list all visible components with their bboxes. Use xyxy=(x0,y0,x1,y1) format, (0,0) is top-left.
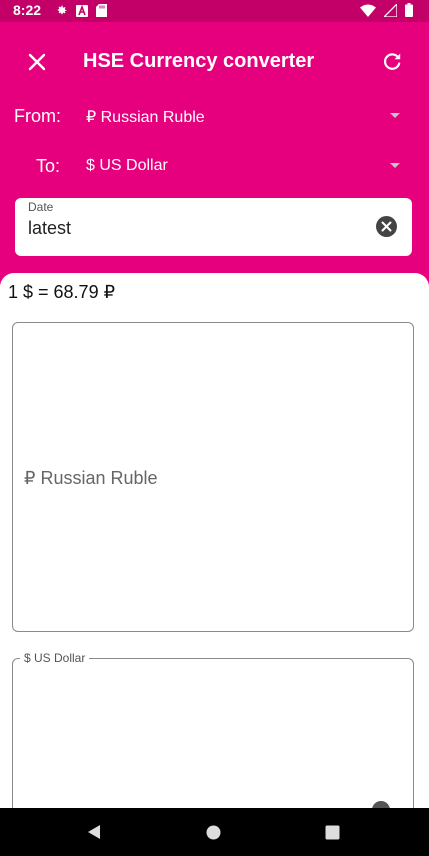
converter-sheet: 1 $ = 68.79 ₽ ₽ Russian Ruble $ US Dolla… xyxy=(0,273,429,808)
app-bar: HSE Currency converter xyxy=(0,22,429,100)
clear-date-button[interactable] xyxy=(376,216,397,237)
from-label: From: xyxy=(14,106,61,126)
date-label: Date xyxy=(28,200,54,214)
sd-card-icon xyxy=(96,4,107,17)
close-button[interactable] xyxy=(24,49,50,75)
refresh-icon xyxy=(384,53,401,70)
recents-icon[interactable] xyxy=(325,825,340,840)
to-currency-value: $ US Dollar xyxy=(86,157,168,174)
from-currency-value: ₽ Russian Ruble xyxy=(86,109,205,126)
status-icons-right xyxy=(360,3,413,17)
page-title: HSE Currency converter xyxy=(83,50,315,72)
home-icon[interactable] xyxy=(206,825,221,840)
system-nav-bar xyxy=(0,808,429,856)
exchange-rate: 1 $ = 68.79 ₽ xyxy=(8,282,116,302)
from-dropdown-arrow-icon xyxy=(390,113,400,118)
from-amount-input[interactable]: ₽ Russian Ruble xyxy=(12,322,414,632)
from-currency-select[interactable]: ₽ Russian Ruble xyxy=(80,100,410,132)
signal-icon xyxy=(384,3,397,17)
status-icons-left xyxy=(55,4,107,17)
to-amount-output[interactable]: $ US Dollar xyxy=(12,651,414,808)
date-field[interactable]: Date latest xyxy=(15,198,412,256)
from-amount-placeholder: ₽ Russian Ruble xyxy=(24,468,158,488)
close-icon xyxy=(28,53,46,71)
status-bar: 8:22 xyxy=(0,0,429,22)
to-dropdown-arrow-icon xyxy=(390,163,400,168)
a-icon xyxy=(76,4,88,17)
clear-icon xyxy=(376,216,397,237)
refresh-button[interactable] xyxy=(379,49,405,75)
date-value: latest xyxy=(28,218,72,238)
to-currency-select[interactable]: $ US Dollar xyxy=(80,150,410,182)
battery-icon xyxy=(405,3,413,17)
to-label: To: xyxy=(36,156,61,176)
wifi-icon xyxy=(360,4,376,17)
to-amount-label: $ US Dollar xyxy=(20,651,90,665)
status-time: 8:22 xyxy=(13,2,42,18)
back-icon[interactable] xyxy=(86,824,102,840)
settings-icon xyxy=(57,5,67,15)
